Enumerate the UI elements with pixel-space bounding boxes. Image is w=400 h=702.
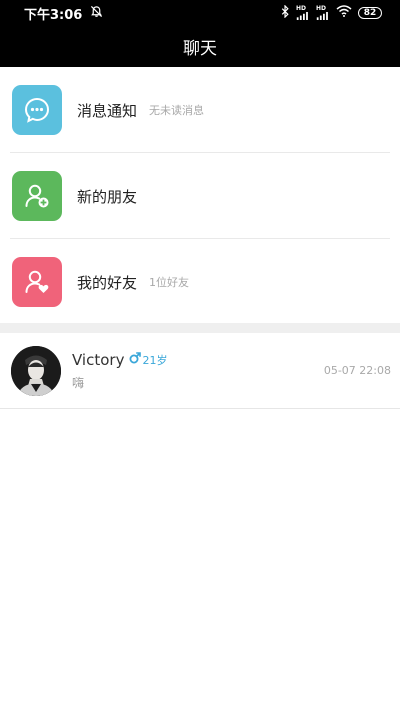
status-right: HD HD 82: [281, 3, 382, 22]
chat-menu: 消息通知 无未读消息 新的朋友 我的好友 1位好友: [0, 67, 400, 325]
conversation-body: Victory 21岁 嗨: [72, 351, 167, 391]
menu-sub-label: 无未读消息: [149, 104, 205, 117]
menu-label: 我的好友: [77, 273, 138, 292]
conversation-row[interactable]: Victory 21岁 嗨 05-07 22:08: [0, 333, 400, 409]
last-message: 嗨: [72, 375, 85, 390]
message-time: 05-07 22:08: [323, 364, 391, 377]
menu-item-notifications[interactable]: 消息通知 无未读消息: [0, 67, 400, 153]
status-bar: 下午3:06 HD HD 82: [0, 0, 400, 26]
contact-name: Victory: [72, 350, 125, 369]
signal-icon-2: HD: [316, 6, 330, 20]
wifi-icon: [336, 5, 352, 21]
menu-item-my-friends[interactable]: 我的好友 1位好友: [0, 239, 400, 325]
bluetooth-icon: [281, 3, 290, 22]
page-title: 聊天: [183, 39, 217, 59]
bell-muted-icon: [90, 5, 103, 22]
favorite-user-icon: [12, 257, 62, 307]
add-user-icon: [12, 171, 62, 221]
menu-sub-label: 1位好友: [149, 276, 190, 289]
message-icon: [12, 85, 62, 135]
signal-icon: HD: [296, 6, 310, 20]
male-icon: [129, 352, 142, 367]
avatar[interactable]: [11, 345, 61, 396]
chat-screen: 下午3:06 HD HD 82 聊天 消息通知 无未读消息 新的朋友 我的好友 …: [0, 0, 400, 702]
title-bar: 聊天: [0, 26, 400, 67]
status-left: 下午3:06: [24, 4, 103, 23]
age-label: 21岁: [142, 353, 168, 367]
conversation-header: Victory 21岁: [72, 351, 167, 369]
menu-label: 新的朋友: [77, 187, 138, 206]
menu-label: 消息通知: [77, 101, 138, 120]
status-time: 下午3:06: [24, 7, 83, 23]
menu-item-new-friends[interactable]: 新的朋友: [0, 153, 400, 239]
battery-icon: 82: [358, 7, 382, 19]
gender-age-badge: 21岁: [129, 352, 167, 368]
section-divider: [0, 323, 400, 333]
